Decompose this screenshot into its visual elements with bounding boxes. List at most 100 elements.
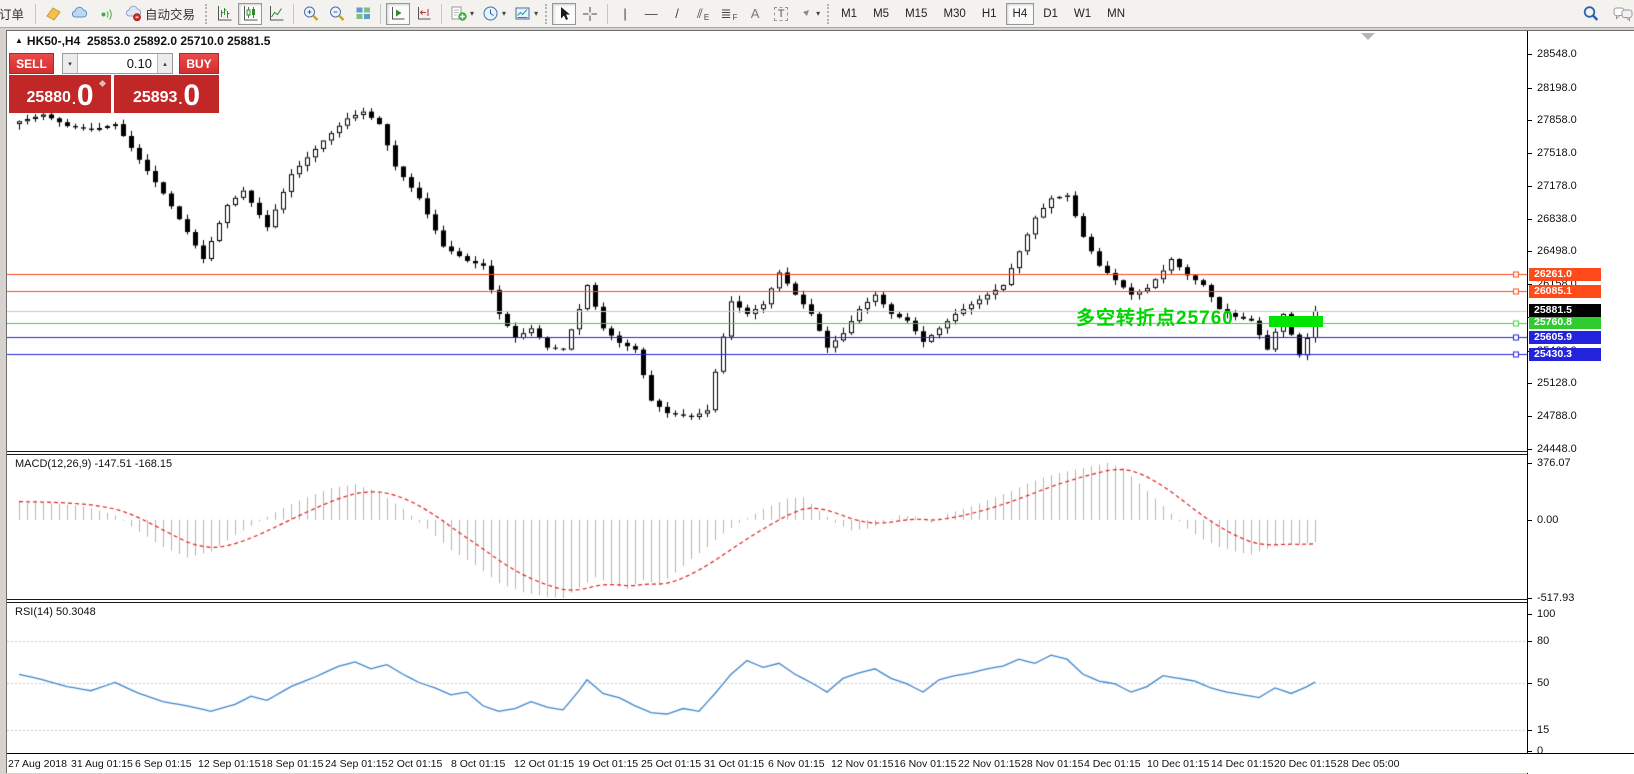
zoom-in-button[interactable] xyxy=(299,3,323,25)
axis-tick-mark xyxy=(1528,730,1532,731)
signals-button[interactable] xyxy=(93,3,117,25)
indicators-button[interactable]: ▾ xyxy=(447,3,477,25)
sell-button[interactable]: SELL xyxy=(9,53,54,74)
search-button[interactable] xyxy=(1579,3,1603,25)
axis-tick-label: 27518.0 xyxy=(1537,147,1577,159)
date-tick-label: 18 Sep 01:15 xyxy=(261,758,324,770)
date-tick-label: 12 Oct 01:15 xyxy=(514,758,575,770)
toolbar-separator xyxy=(293,3,295,24)
axis-tick-label: 28198.0 xyxy=(1537,82,1577,94)
trade-panel-price-row: 25880 . 0 25893 . 0 xyxy=(9,75,220,113)
periods-caret-icon: ▾ xyxy=(502,9,507,18)
axis-tick-label: 24788.0 xyxy=(1537,410,1577,422)
vertical-line-icon: | xyxy=(623,6,627,21)
equidistant-channel-tool-button[interactable]: ⫽ E xyxy=(691,3,715,25)
arrows-tool-button[interactable]: ▾ xyxy=(795,3,823,25)
line-chart-icon xyxy=(268,5,285,22)
channel-sub-label: E xyxy=(703,12,710,22)
favorites-icon xyxy=(45,5,62,22)
axis-tick-label: 376.07 xyxy=(1537,457,1571,469)
date-tick-label: 28 Nov 01:15 xyxy=(1021,758,1084,770)
date-tick-label: 22 Nov 01:15 xyxy=(958,758,1021,770)
autoscroll-button[interactable] xyxy=(386,2,411,25)
line-chart-button[interactable] xyxy=(264,3,288,25)
zoom-out-icon xyxy=(328,5,346,23)
axis-tick-label: 27178.0 xyxy=(1537,180,1577,192)
support-zone-highlight[interactable] xyxy=(1269,316,1323,327)
bar-chart-button[interactable] xyxy=(212,3,236,25)
hline-price-tag[interactable]: 25605.9 xyxy=(1529,331,1601,344)
cursor-tool-button[interactable] xyxy=(552,2,577,25)
fibonacci-tool-button[interactable]: ≣ F xyxy=(717,3,741,25)
date-tick-label: 20 Dec 01:15 xyxy=(1274,758,1337,770)
tf-button-w1[interactable]: W1 xyxy=(1067,3,1098,25)
tf-button-h1[interactable]: H1 xyxy=(975,3,1004,25)
axis-tick-mark xyxy=(1528,251,1532,252)
pivot-annotation-text[interactable]: 多空转折点25760 xyxy=(1076,303,1234,330)
axis-tick-label: 80 xyxy=(1537,635,1550,647)
community-button[interactable] xyxy=(67,3,91,25)
tf-button-m15[interactable]: M15 xyxy=(898,3,934,25)
text-tool-button[interactable]: A xyxy=(743,3,767,25)
axis-tick-mark xyxy=(1528,449,1532,450)
timeframe-group: M1 M5 M15 M30 H1 H4 D1 W1 MN xyxy=(833,2,1133,25)
tf-button-d1[interactable]: D1 xyxy=(1036,3,1065,25)
axis-tick-label: 100 xyxy=(1537,608,1556,620)
axis-tick-mark xyxy=(1528,751,1532,752)
hline-price-tag[interactable]: 25760.8 xyxy=(1529,316,1601,329)
templates-icon xyxy=(514,5,532,23)
volume-decrease-button[interactable]: ▾ xyxy=(63,54,78,73)
periods-button[interactable]: ▾ xyxy=(479,3,509,25)
toolbar-separator xyxy=(441,3,443,24)
panel-handle-icon xyxy=(98,79,107,88)
arrows-icon xyxy=(798,6,814,22)
templates-button[interactable]: ▾ xyxy=(511,3,541,25)
community-cloud-icon xyxy=(71,5,88,22)
chart-shift-marker-icon[interactable] xyxy=(1361,33,1375,40)
volume-input[interactable] xyxy=(78,54,157,73)
axis-tick-label: 27858.0 xyxy=(1537,114,1577,126)
date-tick-label: 4 Dec 01:15 xyxy=(1084,758,1141,770)
tile-windows-button[interactable] xyxy=(351,3,375,25)
pane-separator[interactable] xyxy=(7,451,1634,455)
chat-button[interactable] xyxy=(1610,3,1634,25)
axis-tick-mark xyxy=(1528,54,1532,55)
vertical-line-tool-button[interactable]: | xyxy=(613,3,637,25)
tf-button-m5[interactable]: M5 xyxy=(866,3,896,25)
price-chart-canvas[interactable] xyxy=(7,31,1527,753)
tf-button-mn[interactable]: MN xyxy=(1100,3,1132,25)
hline-price-tag[interactable]: 26261.0 xyxy=(1529,268,1601,281)
chart-shift-button[interactable] xyxy=(412,3,436,25)
horizontal-line-tool-button[interactable]: — xyxy=(639,3,663,25)
axis-tick-label: 15 xyxy=(1537,724,1550,736)
tf-button-m30[interactable]: M30 xyxy=(936,3,972,25)
price-axis[interactable]: 28548.0 28198.0 27858.0 27518.0 27178.0 26838… xyxy=(1527,31,1634,774)
sell-price-display[interactable]: 25880 . 0 xyxy=(9,75,111,113)
volume-increase-button[interactable]: ▴ xyxy=(157,54,172,73)
axis-tick-label: 24448.0 xyxy=(1537,443,1577,455)
tile-windows-icon xyxy=(355,5,372,22)
pane-separator[interactable] xyxy=(7,599,1634,603)
toolbar-separator xyxy=(380,3,382,24)
hline-price-tag[interactable]: 26085.1 xyxy=(1529,285,1601,298)
hline-price-tag[interactable]: 25430.3 xyxy=(1529,348,1601,361)
date-axis[interactable]: 27 Aug 2018 31 Aug 01:15 6 Sep 01:15 12 Sep… xyxy=(7,753,1634,773)
axis-tick-mark xyxy=(1528,520,1532,521)
new-order-button[interactable]: 订单 xyxy=(0,3,30,25)
candlestick-chart-icon xyxy=(242,5,259,22)
bid-price-tag[interactable]: 25881.5 xyxy=(1529,304,1601,317)
tf-button-m1[interactable]: M1 xyxy=(834,3,864,25)
candlestick-chart-button[interactable] xyxy=(238,2,263,25)
buy-button[interactable]: BUY xyxy=(179,53,219,74)
favorites-button[interactable] xyxy=(41,3,65,25)
tf-button-h4[interactable]: H4 xyxy=(1005,2,1035,25)
trendline-tool-button[interactable]: / xyxy=(665,3,689,25)
trade-panel-top-row: SELL ▾ ▴ BUY xyxy=(9,53,220,74)
zoom-out-button[interactable] xyxy=(325,3,349,25)
trendline-icon: / xyxy=(675,6,679,21)
symbol-period-label: HK50-,H4 xyxy=(26,34,81,48)
text-label-tool-button[interactable]: T xyxy=(769,3,793,25)
crosshair-tool-button[interactable] xyxy=(578,3,602,25)
autotrade-button[interactable]: 自动交易 xyxy=(119,3,201,25)
buy-price-display[interactable]: 25893 . 0 xyxy=(114,75,219,113)
